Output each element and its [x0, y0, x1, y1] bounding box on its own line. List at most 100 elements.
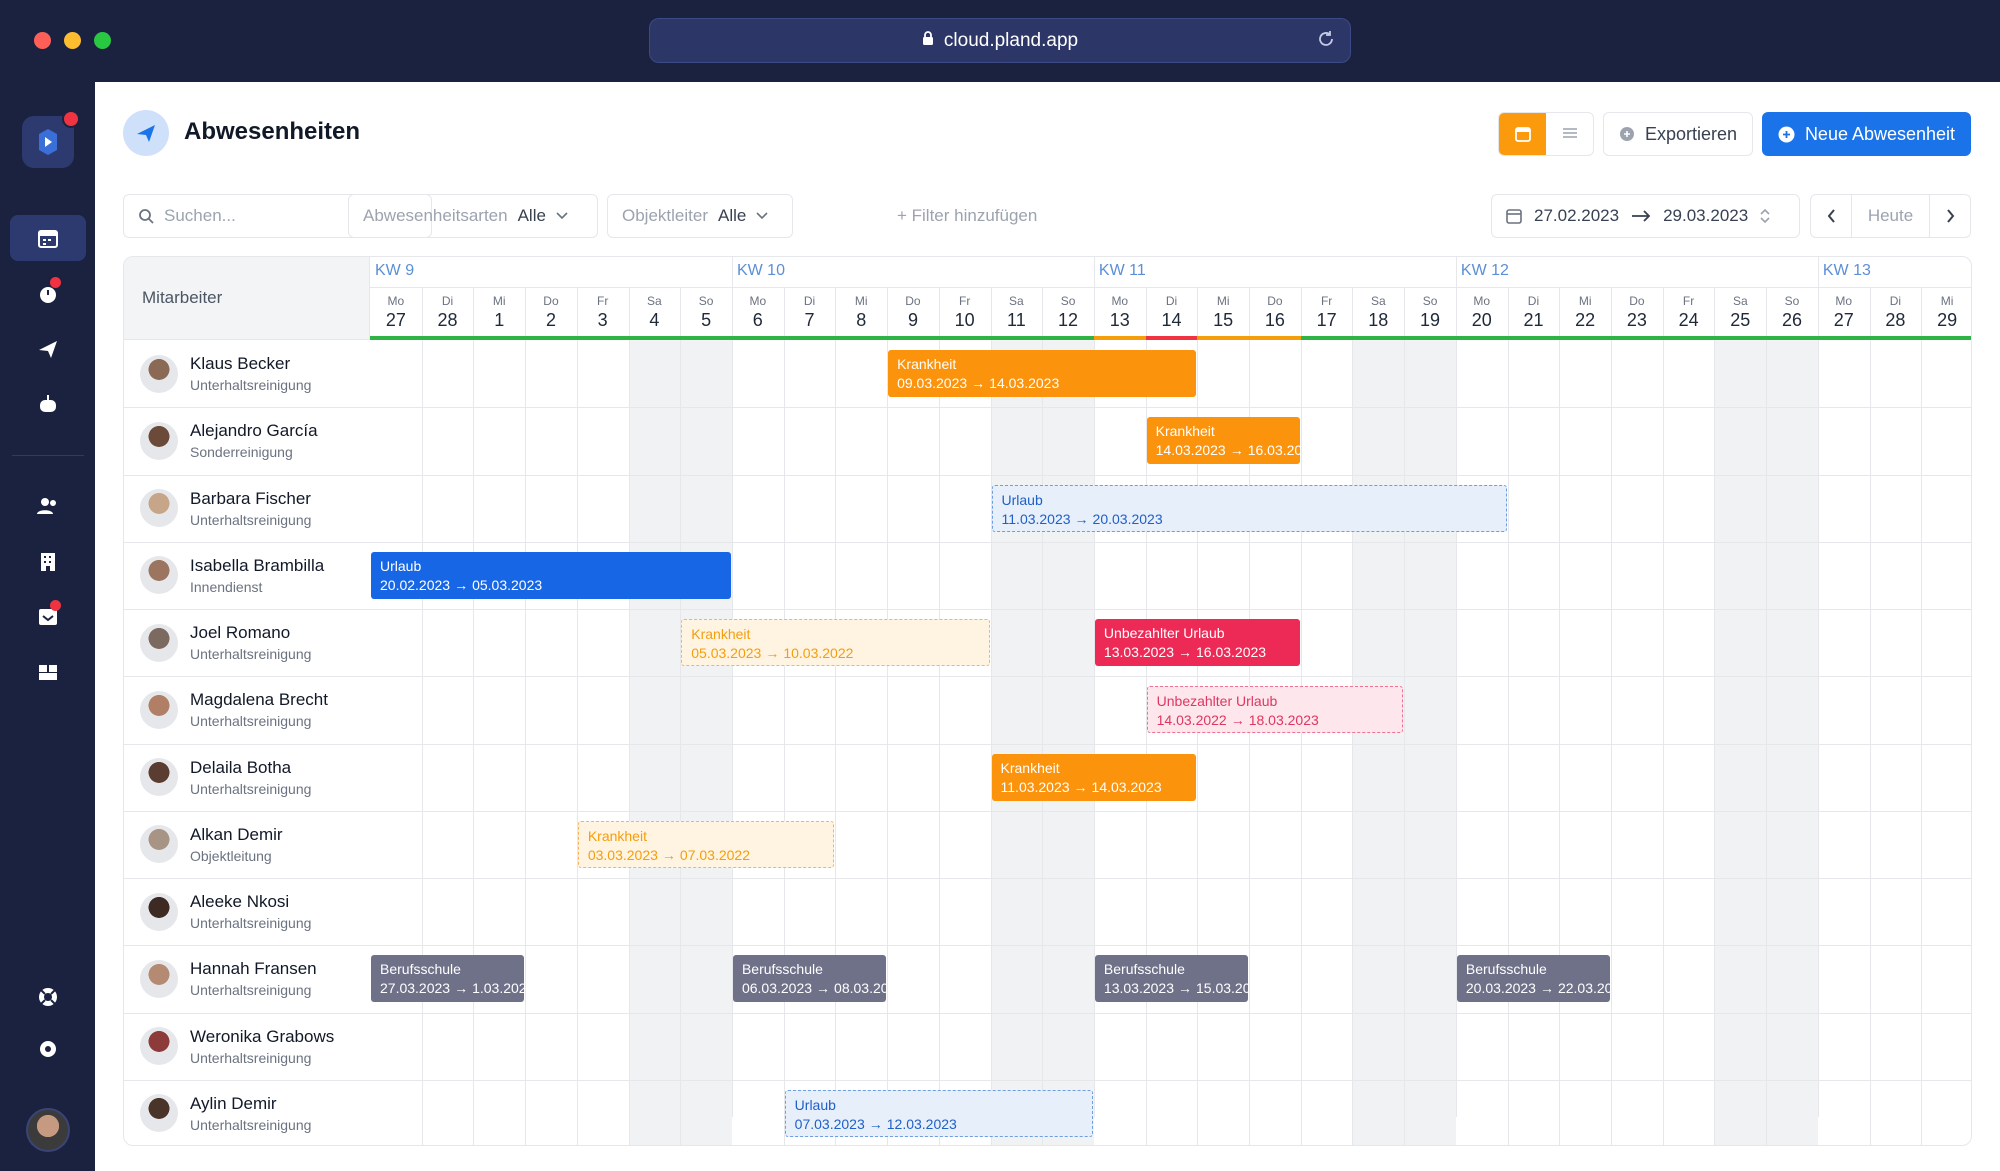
employee-row-header[interactable]: Hannah Fransen Unterhaltsreinigung: [124, 946, 370, 1011]
employee-name: Delaila Botha: [190, 757, 292, 777]
date-to: 14.03.2023: [1091, 778, 1162, 795]
employee-name: Alejandro García: [190, 421, 318, 441]
boxes-icon: [39, 665, 57, 680]
sidebar-item-objects[interactable]: [10, 539, 86, 585]
employee-row-header[interactable]: Barbara Fischer Unterhaltsreinigung: [124, 476, 370, 541]
list-view-button[interactable]: [1546, 113, 1593, 155]
day-name: Do: [1629, 294, 1645, 308]
avatar: [140, 825, 178, 864]
date-navigation: Heute: [1810, 194, 1971, 238]
employee-name: Alkan Demir: [190, 824, 283, 844]
day-number: 9: [907, 310, 918, 330]
address-bar[interactable]: cloud.pland.app: [649, 18, 1351, 63]
avatar: [140, 690, 178, 729]
employee-info: Hannah Fransen Unterhaltsreinigung: [190, 959, 317, 998]
employee-role: Unterhaltsreinigung: [190, 646, 312, 663]
day-status-bar: [1145, 336, 1198, 340]
employee-row-header[interactable]: Alejandro García Sonderreinigung: [124, 408, 370, 473]
day-number: 10: [954, 310, 975, 330]
calendar-icon: [38, 230, 58, 248]
sidebar-item-tasks[interactable]: [10, 381, 86, 427]
date-to: 29.03.2023: [1663, 206, 1749, 225]
day-name: Di: [803, 294, 816, 308]
date-from: 20.03.2023: [1465, 980, 1536, 997]
date-range-picker[interactable]: 27.02.2023 29.03.2023: [1491, 194, 1800, 238]
employee-name: Klaus Becker: [190, 354, 291, 374]
date-from: 11.03.2023: [1001, 510, 1071, 527]
absence-bar[interactable]: Berufsschule20.03.2023→22.03.2023: [1456, 955, 1611, 1003]
absence-bar[interactable]: Urlaub 20.02.2023 → 05.03.2023: [371, 551, 731, 599]
employee-row-header[interactable]: Aylin Demir Unterhaltsreinigung: [124, 1081, 370, 1145]
absence-bar[interactable]: Berufsschule27.03.2023→1.03.2023: [371, 955, 525, 1003]
employee-row-header[interactable]: Aleeke Nkosi Unterhaltsreinigung: [124, 879, 370, 944]
day-name: Sa: [647, 294, 662, 308]
absence-bar[interactable]: Urlaub 11.03.2023 → 20.03.2023: [991, 484, 1507, 532]
absence-dates: 06.03.2023→08.03.2023: [742, 979, 886, 998]
today-button[interactable]: Heute: [1851, 195, 1930, 237]
previous-button[interactable]: [1811, 195, 1851, 237]
day-header: Fr 3: [576, 288, 629, 340]
date-from: 07.03.2023: [794, 1115, 865, 1132]
day-header: Fr 17: [1300, 288, 1353, 340]
day-number: 23: [1626, 310, 1647, 330]
absence-bar[interactable]: Unbezahlter Urlaub 14.03.2022 → 18.03.2023: [1146, 686, 1404, 734]
absence-bar[interactable]: Krankheit14.03.2023→16.03.2023: [1146, 417, 1300, 465]
employee-row-header[interactable]: Magdalena Brecht Unterhaltsreinigung: [124, 677, 370, 742]
sidebar-item-time[interactable]: [10, 271, 86, 317]
day-status-bar: [525, 336, 577, 340]
absence-bar[interactable]: Unbezahlter Urlaub 13.03.2023 → 16.03.2023: [1094, 619, 1300, 667]
avatar: [140, 489, 178, 528]
calendar-view-button[interactable]: [1499, 113, 1546, 155]
absence-bar[interactable]: Krankheit 09.03.2023 → 14.03.2023: [888, 350, 1197, 398]
sidebar-item-inventory[interactable]: [10, 649, 86, 695]
add-filter-link[interactable]: + Filter hinzufügen: [897, 206, 1037, 226]
app-logo[interactable]: [22, 110, 80, 168]
absence-type: Berufsschule: [380, 961, 461, 978]
day-name: Mo: [387, 294, 405, 308]
export-button[interactable]: Exportieren: [1603, 112, 1753, 156]
reload-icon[interactable]: [1316, 29, 1336, 55]
column-divider: [1766, 287, 1768, 1145]
sidebar-item-help[interactable]: [10, 974, 86, 1020]
window-close-dot[interactable]: [34, 32, 51, 49]
employee-row-header[interactable]: Alkan Demir Objektleitung: [124, 812, 370, 877]
day-header: Sa 11: [990, 288, 1043, 340]
next-button[interactable]: [1930, 195, 1970, 237]
day-number: 8: [856, 310, 867, 330]
day-number: 5: [701, 310, 712, 330]
employee-row-header[interactable]: Joel Romano Unterhaltsreinigung: [124, 610, 370, 675]
user-avatar[interactable]: [26, 1108, 70, 1152]
employee-row-header[interactable]: Weronika Grabows Unterhaltsreinigung: [124, 1014, 370, 1079]
absence-bar[interactable]: Urlaub 07.03.2023 → 12.03.2023: [784, 1089, 1093, 1137]
day-header: Fr 10: [938, 288, 991, 340]
sidebar-item-employees[interactable]: [10, 483, 86, 529]
sidebar-item-calendar[interactable]: [10, 215, 86, 261]
employee-row-header[interactable]: Isabella Brambilla Innendienst: [124, 543, 370, 608]
absence-bar[interactable]: Krankheit 03.03.2023 → 07.03.2022: [577, 820, 835, 868]
sidebar-item-absences[interactable]: [10, 326, 86, 372]
absence-bar[interactable]: Krankheit 05.03.2023 → 10.03.2022: [681, 619, 990, 667]
chevron-left-icon: [1827, 209, 1835, 223]
arrow-right-icon: →: [661, 846, 676, 863]
absence-bar[interactable]: Berufsschule13.03.2023→15.03.2023: [1094, 955, 1249, 1003]
absence-type-filter[interactable]: Abwesenheitsarten Alle: [348, 194, 598, 238]
new-absence-button[interactable]: Neue Abwesenheit: [1762, 112, 1971, 156]
day-header: Do 16: [1249, 288, 1301, 340]
window-minimize-dot[interactable]: [64, 32, 81, 49]
day-status-bar: [473, 336, 526, 340]
day-number: 7: [804, 310, 815, 330]
absence-bar[interactable]: Berufsschule06.03.2023→08.03.2023: [732, 955, 887, 1003]
sidebar-item-inbox[interactable]: [10, 594, 86, 640]
manager-filter[interactable]: Objektleiter Alle: [607, 194, 793, 238]
window-maximize-dot[interactable]: [94, 32, 111, 49]
day-status-bar: [421, 336, 474, 340]
absence-dates: 20.02.2023 → 05.03.2023: [380, 576, 722, 595]
employee-row-header[interactable]: Klaus Becker Unterhaltsreinigung: [124, 341, 370, 406]
sidebar-item-settings[interactable]: [10, 1026, 86, 1072]
employee-row-header[interactable]: Delaila Botha Unterhaltsreinigung: [124, 745, 370, 810]
row-divider: [124, 609, 1971, 610]
gear-icon: [40, 1041, 56, 1057]
absence-type: Krankheit: [1000, 759, 1060, 776]
absence-bar[interactable]: Krankheit 11.03.2023 → 14.03.2023: [991, 753, 1197, 801]
day-header: Di 7: [783, 288, 836, 340]
